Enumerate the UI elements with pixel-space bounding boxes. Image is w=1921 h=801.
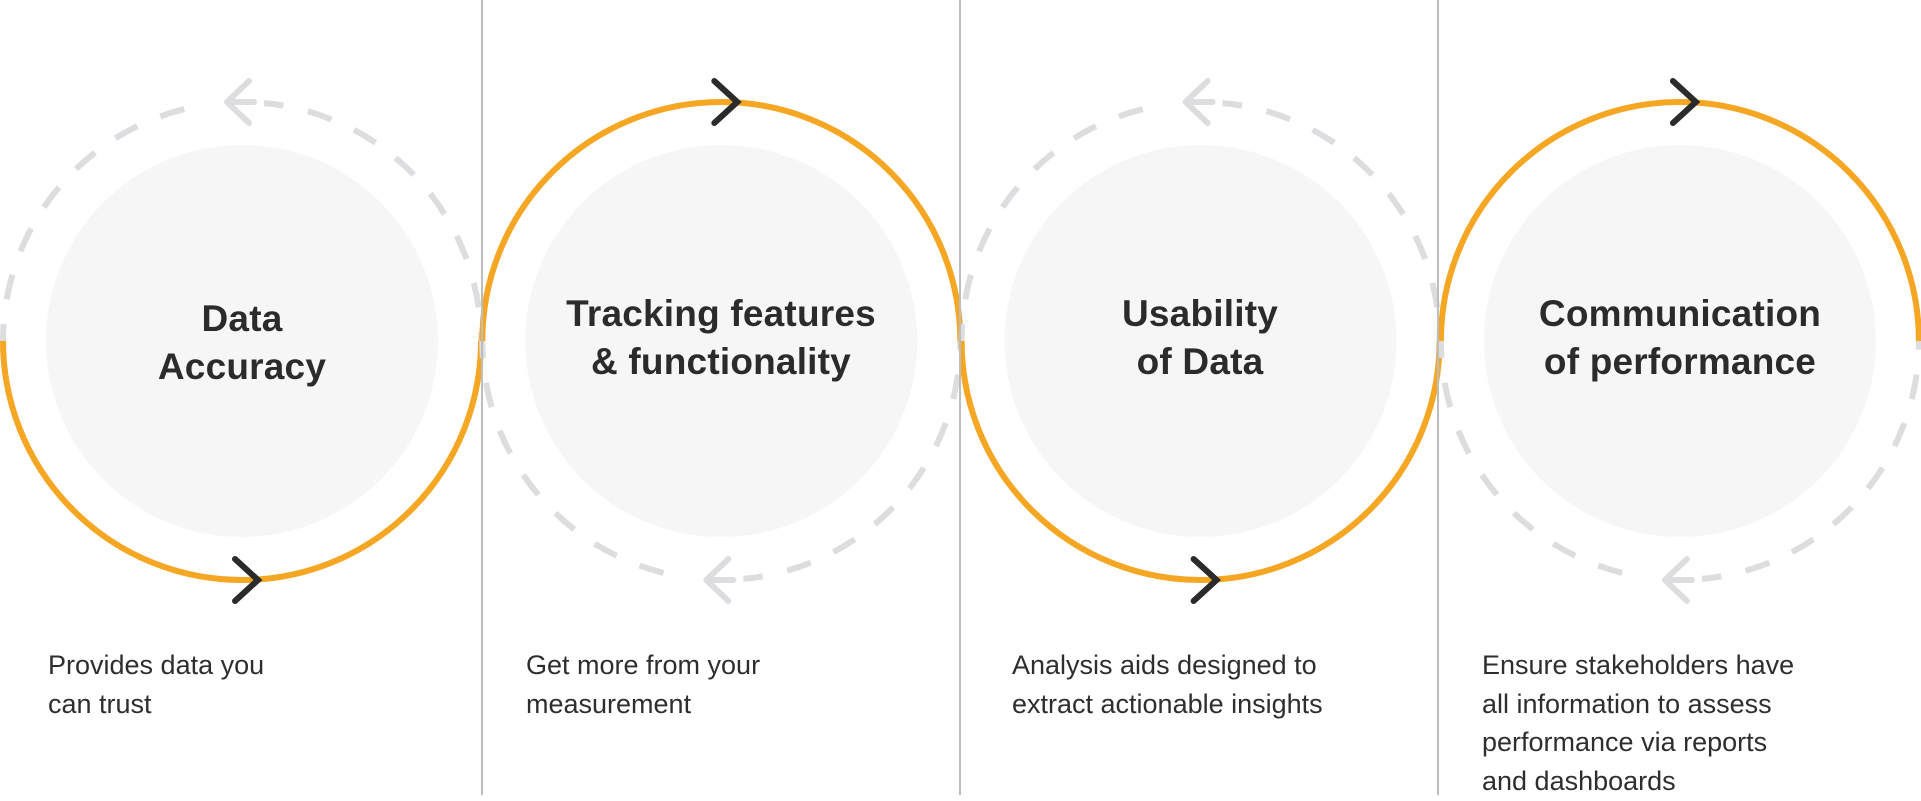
step-1-description: Provides data you can trust [48,650,265,719]
step-3-description: Analysis aids designed to extract action… [1012,650,1323,719]
step-4-description: Ensure stakeholders have all information… [1482,650,1795,796]
step-4-title: Communication of performance [1538,293,1822,382]
step-1-title: Data Accuracy [157,298,327,387]
step-2-title: Tracking features & functionality [566,293,876,382]
step-2-description: Get more from your measurement [526,650,761,719]
column-divider-3 [1437,0,1439,795]
step-3-title: Usability of Data [1121,293,1278,382]
column-divider-2 [959,0,961,795]
column-divider-1 [481,0,483,795]
process-diagram: Data Accuracy Tracking features & functi… [0,0,1921,801]
